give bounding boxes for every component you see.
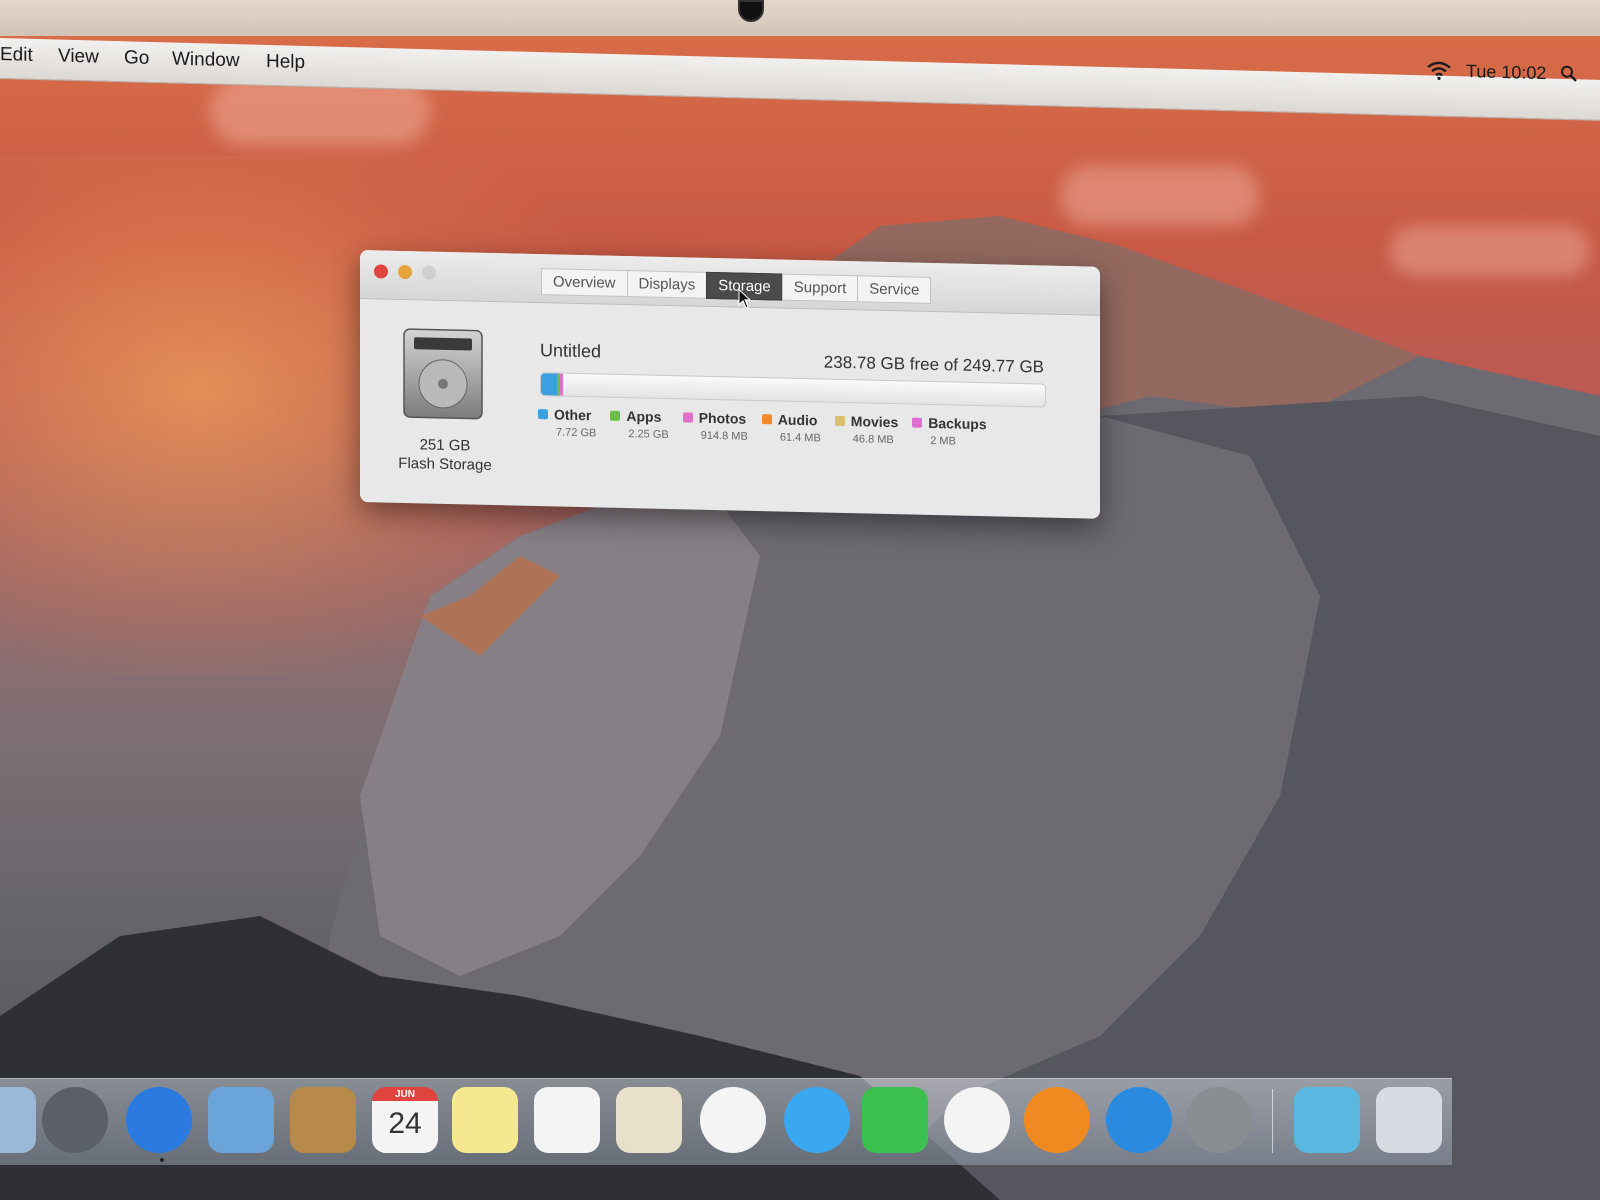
trash-icon[interactable] xyxy=(1376,1087,1442,1153)
tab-displays[interactable]: Displays xyxy=(626,270,708,299)
menu-clock[interactable]: Tue 10:02 xyxy=(1466,61,1546,84)
legend-size: 914.8 MB xyxy=(700,429,748,443)
app-store-icon[interactable] xyxy=(1106,1087,1172,1153)
legend-swatch xyxy=(912,417,923,428)
usage-segment-photos xyxy=(560,373,564,396)
menu-view[interactable]: View xyxy=(58,46,99,69)
legend-item-apps: Apps 2.25 GB xyxy=(610,408,669,442)
legend-size: 46.8 MB xyxy=(852,433,894,447)
legend-item-backups: Backups 2 MB xyxy=(912,414,987,449)
dock: JUN 24 xyxy=(0,1078,1452,1165)
legend-label: Movies xyxy=(850,413,899,431)
legend-label: Audio xyxy=(777,411,818,429)
running-indicator xyxy=(160,1158,164,1162)
legend-swatch xyxy=(834,415,845,427)
mail-icon[interactable] xyxy=(208,1087,274,1153)
facetime-icon[interactable] xyxy=(862,1087,928,1153)
preview-icon[interactable] xyxy=(616,1087,682,1153)
safari-icon[interactable] xyxy=(126,1087,192,1153)
disk-type: Flash Storage xyxy=(398,454,492,474)
legend-label: Apps xyxy=(626,408,662,425)
tab-bar: Overview Displays Storage Support Servic… xyxy=(541,268,932,304)
legend-size: 2.25 GB xyxy=(628,428,669,442)
notes-icon[interactable] xyxy=(452,1087,518,1153)
volume-free-space: 238.78 GB free of 249.77 GB xyxy=(823,352,1044,377)
legend-swatch xyxy=(610,410,621,421)
legend-item-photos: Photos 914.8 MB xyxy=(682,409,748,443)
hard-drive-icon xyxy=(403,328,483,420)
legend-label: Other xyxy=(554,406,592,424)
contacts-icon[interactable] xyxy=(290,1087,356,1153)
menu-edit[interactable]: Edit xyxy=(0,44,33,67)
tab-support[interactable]: Support xyxy=(781,273,859,303)
calendar-month: JUN xyxy=(394,1089,415,1100)
legend-swatch xyxy=(761,414,772,425)
dock-separator xyxy=(1272,1089,1273,1153)
legend-size: 61.4 MB xyxy=(779,431,821,445)
desktop xyxy=(0,36,1600,1200)
spotlight-search-icon[interactable] xyxy=(1560,65,1578,83)
legend-item-movies: Movies 46.8 MB xyxy=(834,413,899,447)
legend-label: Backups xyxy=(928,414,987,433)
photos-icon[interactable] xyxy=(700,1087,766,1153)
ibooks-icon[interactable] xyxy=(1024,1087,1090,1153)
tab-overview[interactable]: Overview xyxy=(541,268,628,298)
menu-go[interactable]: Go xyxy=(124,47,149,70)
legend-swatch xyxy=(682,412,693,423)
reminders-icon[interactable] xyxy=(534,1087,600,1153)
close-button[interactable] xyxy=(374,264,388,279)
legend-item-audio: Audio 61.4 MB xyxy=(761,411,821,445)
itunes-icon[interactable] xyxy=(944,1087,1010,1153)
legend-label: Photos xyxy=(698,409,747,427)
calendar-day: 24 xyxy=(388,1107,422,1140)
wallpaper-mountain xyxy=(0,216,1600,1200)
volume-name: Untitled xyxy=(540,340,602,362)
messages-icon[interactable] xyxy=(784,1087,850,1153)
minimize-button[interactable] xyxy=(398,264,412,280)
about-this-mac-window: Overview Displays Storage Support Servic… xyxy=(360,250,1100,519)
menu-help[interactable]: Help xyxy=(266,51,305,74)
calendar-icon[interactable]: JUN 24 xyxy=(372,1087,438,1153)
legend-item-other: Other 7.72 GB xyxy=(538,406,596,439)
zoom-button[interactable] xyxy=(422,265,436,280)
menu-window[interactable]: Window xyxy=(172,49,240,73)
disk-caption: 251 GB Flash Storage xyxy=(380,434,510,475)
mouse-pointer-icon xyxy=(738,288,752,309)
finder-icon[interactable] xyxy=(0,1087,36,1153)
status-area: Tue 10:02 xyxy=(1426,58,1578,86)
system-preferences-icon[interactable] xyxy=(1186,1087,1252,1153)
launchpad-icon[interactable] xyxy=(42,1087,108,1153)
legend-size: 7.72 GB xyxy=(556,426,597,440)
downloads-folder-icon[interactable] xyxy=(1294,1087,1360,1153)
usage-segment-other xyxy=(541,373,557,396)
storage-legend: Other 7.72 GB Apps 2.25 GB Photos 914.8 … xyxy=(538,406,987,448)
storage-usage-bar xyxy=(540,372,1046,408)
legend-size: 2 MB xyxy=(930,434,956,448)
tab-service[interactable]: Service xyxy=(857,275,932,304)
wifi-icon[interactable] xyxy=(1426,60,1452,81)
legend-swatch xyxy=(538,409,548,420)
